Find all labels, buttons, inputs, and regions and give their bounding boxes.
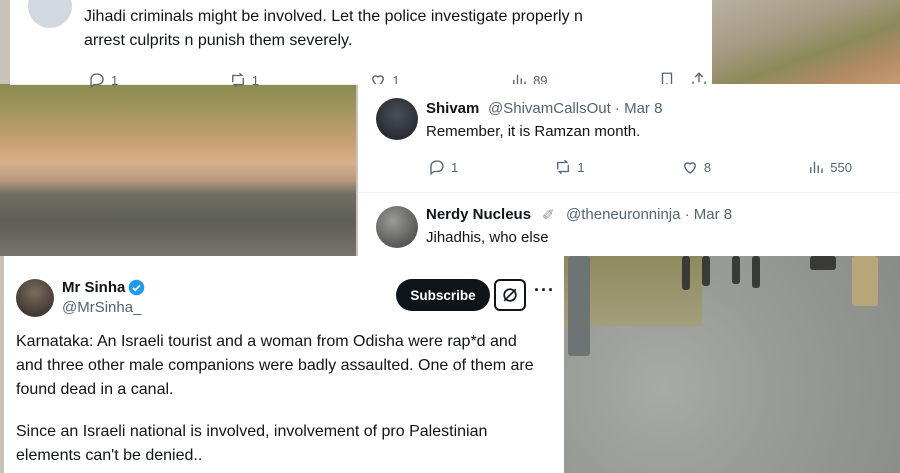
tweet-text-line: Jihadi criminals might be involved. Let … <box>84 8 583 25</box>
reply-button[interactable]: 1 <box>88 71 118 89</box>
repost-icon <box>231 72 244 88</box>
animal-leg <box>702 256 710 286</box>
verified-badge-icon <box>128 279 145 296</box>
repost-icon <box>557 159 570 175</box>
like-icon <box>683 162 696 174</box>
avatar[interactable] <box>376 98 418 140</box>
like-button[interactable]: 8 <box>681 158 711 176</box>
background-photo-road <box>562 256 900 473</box>
reply-count: 1 <box>111 72 119 88</box>
divider <box>358 192 900 193</box>
tweet-author-name[interactable]: Shivam <box>426 100 479 117</box>
like-count: 8 <box>703 159 712 175</box>
tweet-text: Remember, it is Ramzan month. <box>426 123 641 140</box>
repost-count: 1 <box>577 159 585 175</box>
reply-count: 1 <box>451 159 459 175</box>
views-icon <box>810 161 823 173</box>
repost-button[interactable]: 1 <box>554 158 585 176</box>
tweet-author-name[interactable]: Nerdy Nucleus <box>426 206 531 223</box>
views-button[interactable]: 550 <box>807 158 852 176</box>
tweet-actions: 1 1 8 550 <box>428 158 852 176</box>
animal-leg <box>732 256 740 284</box>
tweet-author-handle[interactable]: @theneuronninja · Mar 8 <box>566 206 732 223</box>
avatar[interactable] <box>16 279 54 317</box>
animal-leg <box>682 256 690 290</box>
person-figure <box>568 256 590 356</box>
subscribe-button[interactable]: Subscribe <box>396 279 490 311</box>
replies-panel: Shivam @ShivamCallsOut · Mar 8 Remember,… <box>358 84 900 256</box>
reply-button[interactable]: 1 <box>428 158 458 176</box>
views-count: 550 <box>830 159 852 175</box>
tweet-text: Jihadhis, who else <box>426 229 549 246</box>
tweet-text-line: elements can't be denied.. <box>16 447 203 464</box>
tweet-author-handle[interactable]: @MrSinha_ <box>62 299 141 316</box>
person-leg <box>852 256 878 306</box>
animal-leg <box>752 256 760 288</box>
repost-button[interactable]: 1 <box>229 71 259 89</box>
repost-count: 1 <box>251 72 259 88</box>
tweet-text-line: arrest culprits n punish them severely. <box>84 32 353 49</box>
person-foot <box>810 256 836 270</box>
more-icon[interactable]: ··· <box>534 280 555 301</box>
tweet-author-handle[interactable]: @ShivamCallsOut · Mar 8 <box>488 100 662 117</box>
background-photo-canal <box>0 84 356 256</box>
reply-icon <box>90 73 104 89</box>
grok-button[interactable] <box>494 279 526 311</box>
tweet-text-line: found dead in a canal. <box>16 381 174 398</box>
tweet-author-name[interactable]: Mr Sinha <box>62 279 125 296</box>
tweet-card-main[interactable]: Mr Sinha @MrSinha_ Subscribe ··· Karnata… <box>4 256 564 473</box>
tweet-text-line: Karnataka: An Israeli tourist and a woma… <box>16 333 517 350</box>
name-emoji: ✐ <box>542 207 555 224</box>
tweet-text-line: and three other male companions were bad… <box>16 357 534 374</box>
avatar[interactable] <box>376 206 418 248</box>
reply-icon <box>430 160 444 176</box>
background-photo-hills <box>712 0 900 84</box>
tweet-text-line: Since an Israeli national is involved, i… <box>16 423 488 440</box>
tweet-card-1[interactable]: Jihadi criminals might be involved. Let … <box>10 0 712 89</box>
avatar[interactable] <box>28 0 72 28</box>
grok-icon <box>503 288 517 302</box>
